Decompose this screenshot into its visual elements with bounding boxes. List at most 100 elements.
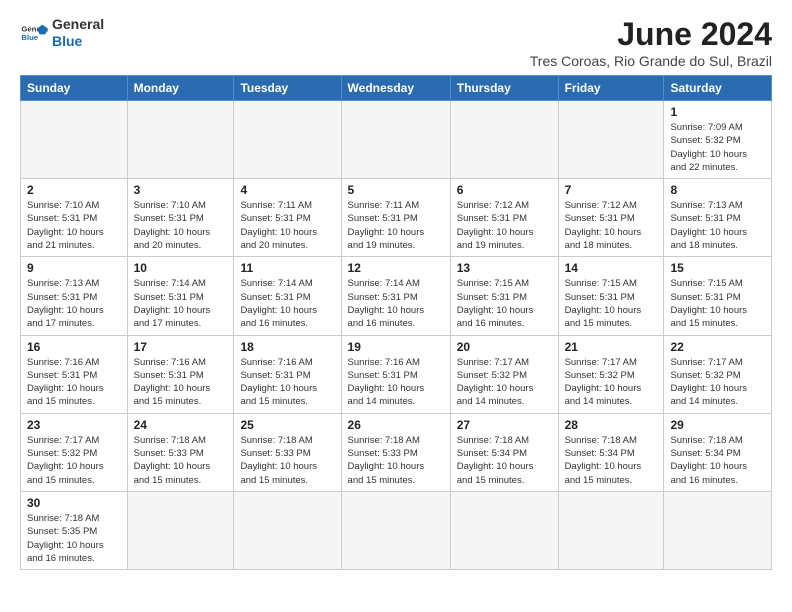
day-info: Sunrise: 7:13 AM Sunset: 5:31 PM Dayligh… [27,277,121,330]
calendar-cell: 30 Sunrise: 7:18 AM Sunset: 5:35 PM Dayli… [21,491,128,569]
calendar-cell: 1 Sunrise: 7:09 AM Sunset: 5:32 PM Daylig… [664,101,772,179]
day-info: Sunrise: 7:18 AM Sunset: 5:35 PM Dayligh… [27,512,121,565]
day-number: 13 [457,261,552,275]
logo-blue-text: Blue [52,33,104,50]
day-number: 1 [670,105,765,119]
calendar-cell [450,491,558,569]
location-subtitle: Tres Coroas, Rio Grande do Sul, Brazil [530,53,772,69]
day-number: 17 [134,340,228,354]
day-info: Sunrise: 7:14 AM Sunset: 5:31 PM Dayligh… [134,277,228,330]
column-header-monday: Monday [127,76,234,101]
day-number: 26 [348,418,444,432]
day-number: 15 [670,261,765,275]
column-header-tuesday: Tuesday [234,76,341,101]
calendar-cell: 19 Sunrise: 7:16 AM Sunset: 5:31 PM Dayli… [341,335,450,413]
calendar-header-row: SundayMondayTuesdayWednesdayThursdayFrid… [21,76,772,101]
day-number: 4 [240,183,334,197]
calendar-cell: 11Sunrise: 7:14 AM Sunset: 5:31 PM Dayli… [234,257,341,335]
day-info: Sunrise: 7:14 AM Sunset: 5:31 PM Dayligh… [348,277,444,330]
calendar-cell [127,491,234,569]
day-info: Sunrise: 7:09 AM Sunset: 5:32 PM Dayligh… [670,121,765,174]
calendar-week-row: 30 Sunrise: 7:18 AM Sunset: 5:35 PM Dayli… [21,491,772,569]
day-number: 20 [457,340,552,354]
calendar-cell [341,101,450,179]
calendar-cell: 10 Sunrise: 7:14 AM Sunset: 5:31 PM Dayli… [127,257,234,335]
calendar-cell: 25 Sunrise: 7:18 AM Sunset: 5:33 PM Dayli… [234,413,341,491]
day-number: 7 [565,183,658,197]
day-number: 24 [134,418,228,432]
day-info: Sunrise: 7:17 AM Sunset: 5:32 PM Dayligh… [27,434,121,487]
day-number: 27 [457,418,552,432]
day-number: 10 [134,261,228,275]
calendar-cell: 9 Sunrise: 7:13 AM Sunset: 5:31 PM Daylig… [21,257,128,335]
calendar-cell: 18 Sunrise: 7:16 AM Sunset: 5:31 PM Dayli… [234,335,341,413]
day-number: 25 [240,418,334,432]
logo: General Blue General Blue [20,16,104,50]
column-header-wednesday: Wednesday [341,76,450,101]
column-header-thursday: Thursday [450,76,558,101]
day-number: 22 [670,340,765,354]
logo-general-text: General [52,16,104,33]
day-number: 30 [27,496,121,510]
svg-text:Blue: Blue [21,33,38,42]
day-number: 14 [565,261,658,275]
title-block: June 2024 Tres Coroas, Rio Grande do Sul… [530,16,772,69]
day-number: 18 [240,340,334,354]
calendar-week-row: 2 Sunrise: 7:10 AM Sunset: 5:31 PM Daylig… [21,179,772,257]
column-header-saturday: Saturday [664,76,772,101]
day-info: Sunrise: 7:11 AM Sunset: 5:31 PM Dayligh… [348,199,444,252]
day-info: Sunrise: 7:15 AM Sunset: 5:31 PM Dayligh… [565,277,658,330]
calendar-cell [558,491,664,569]
calendar-cell: 27 Sunrise: 7:18 AM Sunset: 5:34 PM Dayli… [450,413,558,491]
calendar-cell [450,101,558,179]
day-info: Sunrise: 7:18 AM Sunset: 5:33 PM Dayligh… [240,434,334,487]
day-number: 28 [565,418,658,432]
day-info: Sunrise: 7:12 AM Sunset: 5:31 PM Dayligh… [565,199,658,252]
calendar-cell: 16Sunrise: 7:16 AM Sunset: 5:31 PM Dayli… [21,335,128,413]
day-info: Sunrise: 7:17 AM Sunset: 5:32 PM Dayligh… [457,356,552,409]
day-number: 19 [348,340,444,354]
day-info: Sunrise: 7:18 AM Sunset: 5:34 PM Dayligh… [457,434,552,487]
calendar-cell: 20 Sunrise: 7:17 AM Sunset: 5:32 PM Dayli… [450,335,558,413]
calendar-cell: 26Sunrise: 7:18 AM Sunset: 5:33 PM Dayli… [341,413,450,491]
calendar-cell: 2 Sunrise: 7:10 AM Sunset: 5:31 PM Daylig… [21,179,128,257]
calendar-cell [341,491,450,569]
day-info: Sunrise: 7:15 AM Sunset: 5:31 PM Dayligh… [670,277,765,330]
day-info: Sunrise: 7:11 AM Sunset: 5:31 PM Dayligh… [240,199,334,252]
calendar-cell: 17 Sunrise: 7:16 AM Sunset: 5:31 PM Dayli… [127,335,234,413]
day-info: Sunrise: 7:12 AM Sunset: 5:31 PM Dayligh… [457,199,552,252]
calendar-cell: 12 Sunrise: 7:14 AM Sunset: 5:31 PM Dayli… [341,257,450,335]
day-info: Sunrise: 7:14 AM Sunset: 5:31 PM Dayligh… [240,277,334,330]
day-number: 9 [27,261,121,275]
day-number: 2 [27,183,121,197]
calendar-cell: 29Sunrise: 7:18 AM Sunset: 5:34 PM Dayli… [664,413,772,491]
day-info: Sunrise: 7:16 AM Sunset: 5:31 PM Dayligh… [240,356,334,409]
day-info: Sunrise: 7:16 AM Sunset: 5:31 PM Dayligh… [134,356,228,409]
day-number: 8 [670,183,765,197]
calendar-cell [558,101,664,179]
calendar-cell: 4 Sunrise: 7:11 AM Sunset: 5:31 PM Daylig… [234,179,341,257]
day-info: Sunrise: 7:17 AM Sunset: 5:32 PM Dayligh… [565,356,658,409]
day-number: 23 [27,418,121,432]
calendar-cell: 3Sunrise: 7:10 AM Sunset: 5:31 PM Daylig… [127,179,234,257]
day-info: Sunrise: 7:10 AM Sunset: 5:31 PM Dayligh… [134,199,228,252]
calendar-cell [664,491,772,569]
calendar-cell: 23 Sunrise: 7:17 AM Sunset: 5:32 PM Dayli… [21,413,128,491]
calendar-cell: 28Sunrise: 7:18 AM Sunset: 5:34 PM Dayli… [558,413,664,491]
day-info: Sunrise: 7:13 AM Sunset: 5:31 PM Dayligh… [670,199,765,252]
day-info: Sunrise: 7:16 AM Sunset: 5:31 PM Dayligh… [27,356,121,409]
day-number: 12 [348,261,444,275]
day-info: Sunrise: 7:18 AM Sunset: 5:34 PM Dayligh… [670,434,765,487]
day-info: Sunrise: 7:15 AM Sunset: 5:31 PM Dayligh… [457,277,552,330]
day-info: Sunrise: 7:16 AM Sunset: 5:31 PM Dayligh… [348,356,444,409]
calendar-cell [234,101,341,179]
calendar-cell: 5 Sunrise: 7:11 AM Sunset: 5:31 PM Daylig… [341,179,450,257]
day-number: 5 [348,183,444,197]
calendar-week-row: 23 Sunrise: 7:17 AM Sunset: 5:32 PM Dayli… [21,413,772,491]
day-info: Sunrise: 7:10 AM Sunset: 5:31 PM Dayligh… [27,199,121,252]
calendar-cell: 6 Sunrise: 7:12 AM Sunset: 5:31 PM Daylig… [450,179,558,257]
calendar-week-row: 9 Sunrise: 7:13 AM Sunset: 5:31 PM Daylig… [21,257,772,335]
calendar-cell [127,101,234,179]
calendar-cell: 13 Sunrise: 7:15 AM Sunset: 5:31 PM Dayli… [450,257,558,335]
day-number: 6 [457,183,552,197]
